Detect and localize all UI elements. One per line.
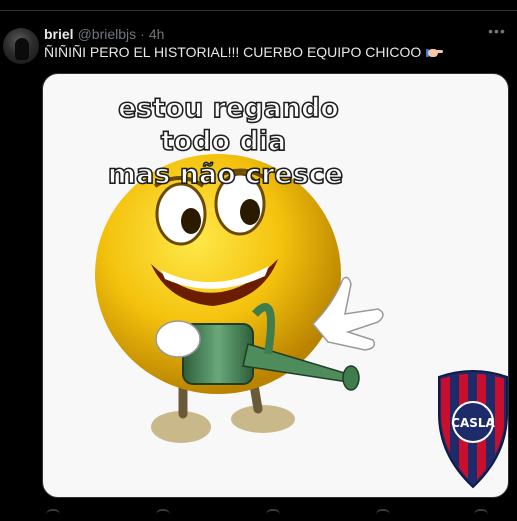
meme-caption: estou regando todo dia mas não cresce [43, 92, 508, 191]
more-horizontal-icon: ••• [488, 23, 506, 39]
views-icon[interactable] [376, 509, 390, 519]
tweet[interactable]: briel @brielbjs · 4h ••• ÑIÑIÑI PERO EL … [0, 11, 517, 511]
like-icon[interactable] [266, 509, 280, 519]
timestamp[interactable]: 4h [149, 26, 165, 42]
pointing-hand-emoji [426, 46, 444, 59]
avatar[interactable] [3, 28, 39, 64]
share-icon[interactable] [474, 509, 488, 519]
right-shoe [231, 405, 295, 433]
tweet-header: briel @brielbjs · 4h [44, 25, 164, 43]
caption-line: estou regando [117, 92, 339, 125]
left-hand [155, 320, 201, 358]
display-name[interactable]: briel [44, 26, 74, 42]
separator-dot: · [140, 26, 145, 42]
reply-icon[interactable] [46, 509, 60, 519]
caption-line: mas não cresce [107, 158, 344, 191]
action-bar [44, 505, 504, 521]
tweet-image[interactable]: CASLA estou regando todo dia mas não cre… [42, 73, 509, 498]
caption-line: todo dia [160, 125, 287, 158]
tweet-text-content: ÑIÑIÑI PERO EL HISTORIAL!!! CUERBO EQUIP… [44, 44, 422, 60]
crest-monogram: CASLA [451, 416, 495, 430]
san-lorenzo-crest: CASLA [438, 370, 508, 489]
tweet-text: ÑIÑIÑI PERO EL HISTORIAL!!! CUERBO EQUIP… [44, 44, 444, 60]
repost-icon[interactable] [156, 509, 170, 519]
user-handle[interactable]: @brielbjs [78, 26, 137, 42]
more-options-button[interactable]: ••• [487, 23, 507, 43]
